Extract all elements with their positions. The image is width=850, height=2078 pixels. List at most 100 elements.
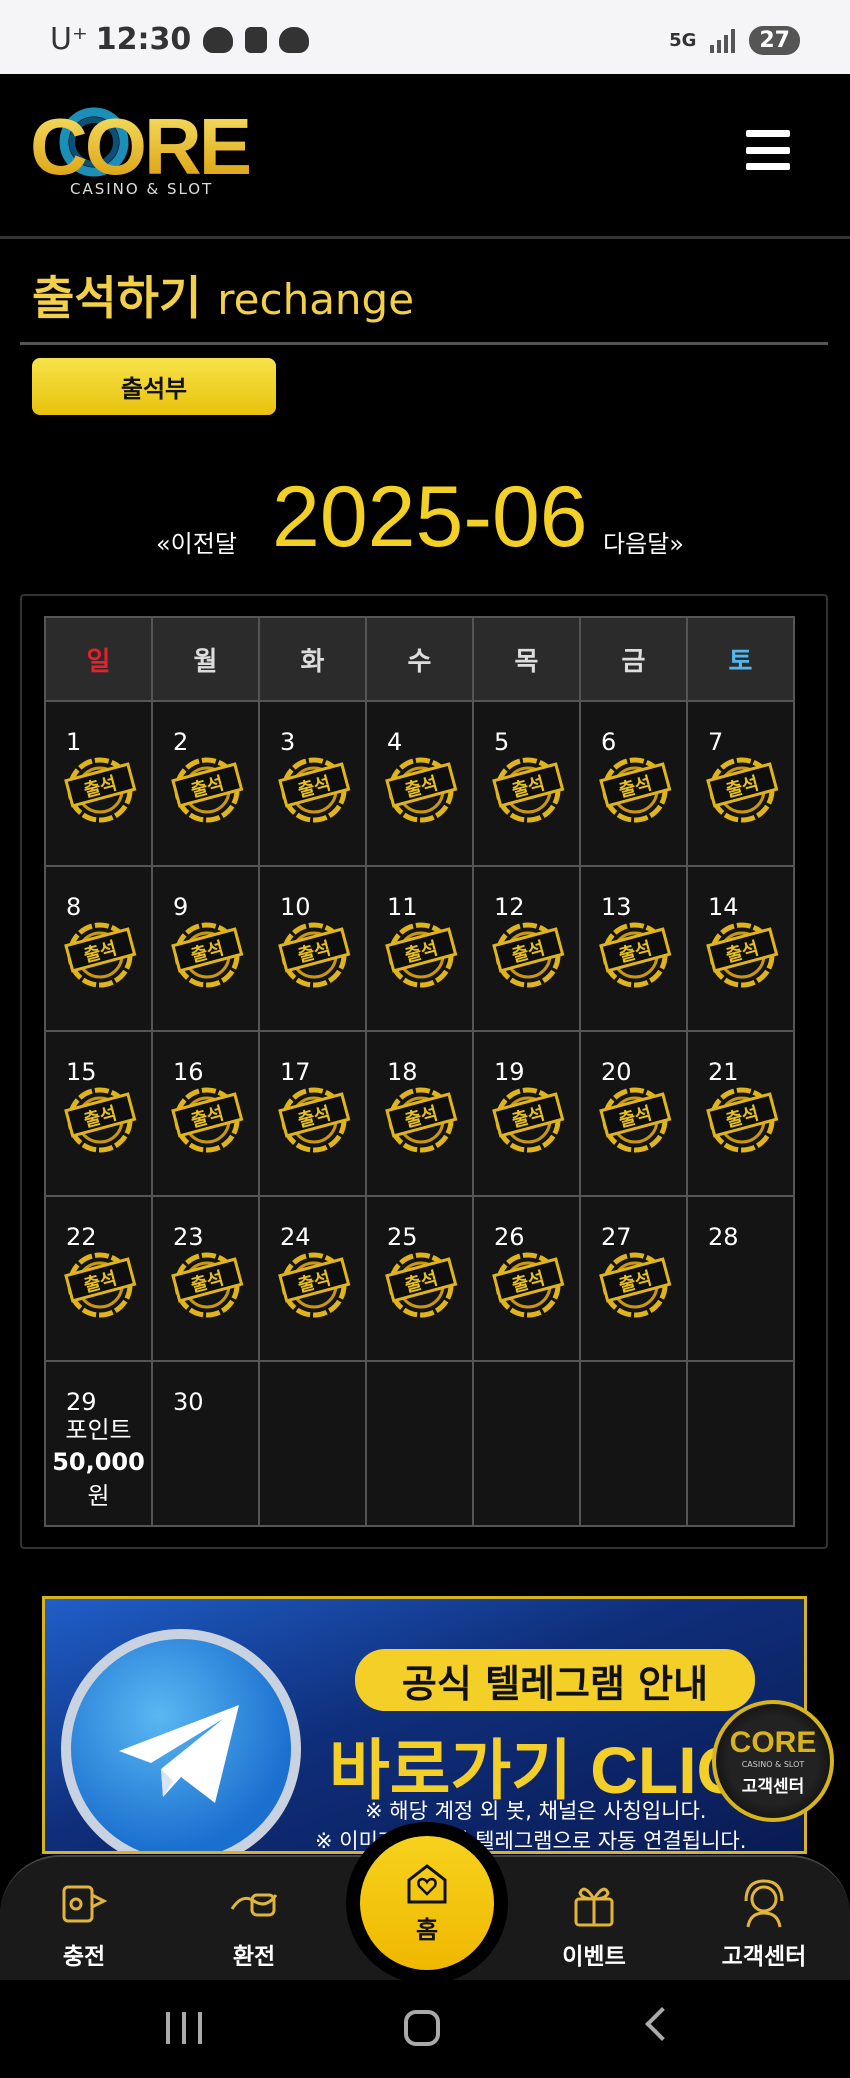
calendar-day-cell[interactable]: 12 출석: [472, 865, 581, 1032]
next-month-link[interactable]: 다음달»: [603, 524, 684, 559]
battery-indicator: 27: [749, 26, 800, 55]
calendar-day-cell: [686, 1360, 795, 1527]
app-notification-icon: [245, 26, 268, 53]
calendar-day-cell[interactable]: 8 출석: [44, 865, 153, 1032]
signal-icon: [710, 28, 736, 53]
calendar-day-cell[interactable]: 14 출석: [686, 865, 795, 1032]
calendar-day-cell: [472, 1360, 581, 1527]
calendar-week-row: 22 출석 23 출석 24 출석 25 출석 26 출석 27 출석 28: [44, 1195, 795, 1362]
deposit-icon: [62, 1885, 108, 1923]
calendar-day-cell[interactable]: 5 출석: [472, 700, 581, 867]
nav-event[interactable]: 이벤트: [534, 1879, 654, 1971]
nav-withdraw[interactable]: 환전: [194, 1879, 314, 1971]
calendar-day-cell[interactable]: 21 출석: [686, 1030, 795, 1197]
day-number: 30: [173, 1388, 204, 1416]
calendar-day-cell[interactable]: 16 출석: [151, 1030, 260, 1197]
attendance-stamp-icon: 출석: [385, 922, 458, 988]
weekday-thu: 목: [472, 616, 581, 702]
status-bar: U⁺ 12:30 5G 27: [0, 0, 850, 74]
core-logo[interactable]: CORE CASINO & SLOT: [30, 102, 280, 199]
calendar-day-cell[interactable]: 22 출석: [44, 1195, 153, 1362]
telegram-banner[interactable]: 공식 텔레그램 안내 바로가기 CLICK ※ 해당 계정 외 봇, 채널은 사…: [42, 1596, 807, 1854]
carrier-label: U⁺: [50, 22, 88, 57]
calendar-day-cell[interactable]: 25 출석: [365, 1195, 474, 1362]
calendar-day-cell[interactable]: 7 출석: [686, 700, 795, 867]
calendar-day-cell[interactable]: 9 출석: [151, 865, 260, 1032]
calendar-day-cell[interactable]: 2 출석: [151, 700, 260, 867]
system-home-icon[interactable]: [404, 2010, 440, 2046]
withdraw-icon: [230, 1893, 278, 1917]
float-logo-sub: CASINO & SLOT: [741, 1759, 805, 1769]
core-logo-graphic: CORE CASINO & SLOT: [30, 102, 253, 198]
calendar-day-cell: [365, 1360, 474, 1527]
attendance-stamp-icon: 출석: [599, 1087, 672, 1153]
calendar-day-cell[interactable]: 11 출석: [365, 865, 474, 1032]
calendar-day-cell[interactable]: 27 출석: [579, 1195, 688, 1362]
page-title-sub: rechange: [217, 275, 415, 324]
banner-pill-text: 공식 텔레그램 안내: [355, 1649, 755, 1711]
title-divider: [20, 342, 828, 345]
attendance-stamp-icon: 출석: [278, 922, 351, 988]
attendance-stamp-icon: 출석: [599, 1252, 672, 1318]
calendar-day-cell: [579, 1360, 688, 1527]
recent-apps-icon[interactable]: [166, 2012, 202, 2044]
attendance-stamp-icon: 출석: [492, 1087, 565, 1153]
points-amount: 50,000: [52, 1448, 145, 1476]
calendar-day-cell[interactable]: 4 출석: [365, 700, 474, 867]
month-navigation: «이전달 2025-06 다음달»: [0, 468, 850, 568]
weekday-fri: 금: [579, 616, 688, 702]
calendar-day-cell[interactable]: 18 출석: [365, 1030, 474, 1197]
prev-month-link[interactable]: «이전달: [156, 524, 237, 559]
calendar-day-cell[interactable]: 10 출석: [258, 865, 367, 1032]
calendar-day-cell[interactable]: 3 출석: [258, 700, 367, 867]
home-heart-icon: [407, 1863, 447, 1903]
calendar-day-cell[interactable]: 23 출석: [151, 1195, 260, 1362]
calendar-day-cell[interactable]: 26 출석: [472, 1195, 581, 1362]
weekday-mon: 월: [151, 616, 260, 702]
banner-note-1: ※ 해당 계정 외 봇, 채널은 사칭입니다.: [365, 1799, 707, 1823]
nav-deposit[interactable]: 충전: [24, 1879, 144, 1971]
nav-home[interactable]: 홈: [346, 1822, 508, 1984]
calendar-day-cell[interactable]: 15 출석: [44, 1030, 153, 1197]
calendar-day-cell[interactable]: 19 출석: [472, 1030, 581, 1197]
chat-notification-icon: [203, 26, 234, 53]
float-logo-text: CORE: [729, 1725, 817, 1759]
attendance-stamp-icon: 출석: [706, 1087, 779, 1153]
logo-text: CORE: [30, 104, 250, 191]
calendar-week-row: 8 출석 9 출석 10 출석 11 출석 12 출석 13 출석 14 출석: [44, 865, 795, 1032]
attendance-stamp-icon: 출석: [278, 1252, 351, 1318]
attendance-stamp-icon: 출석: [706, 757, 779, 823]
calendar-day-cell[interactable]: 29 포인트 50,000 원: [44, 1360, 153, 1527]
calendar-day-cell[interactable]: 30: [151, 1360, 260, 1527]
attendance-stamp-icon: 출석: [492, 922, 565, 988]
system-navigation-bar: [0, 1980, 850, 2078]
calendar-day-cell[interactable]: 17 출석: [258, 1030, 367, 1197]
customer-center-float-button[interactable]: CORE CASINO & SLOT 고객센터: [712, 1700, 834, 1822]
attendance-stamp-icon: 출석: [171, 1087, 244, 1153]
calendar-day-cell[interactable]: 13 출석: [579, 865, 688, 1032]
attendance-book-button[interactable]: 출석부: [32, 358, 276, 415]
calendar-day-cell[interactable]: 28: [686, 1195, 795, 1362]
calendar-day-cell[interactable]: 20 출석: [579, 1030, 688, 1197]
back-icon[interactable]: [645, 2007, 679, 2041]
site-header: CORE CASINO & SLOT: [0, 74, 850, 239]
attendance-stamp-icon: 출석: [64, 757, 137, 823]
attendance-stamp-icon: 출석: [599, 757, 672, 823]
attendance-stamp-icon: 출석: [64, 1087, 137, 1153]
weekday-wed: 수: [365, 616, 474, 702]
nav-support[interactable]: 고객센터: [704, 1879, 824, 1971]
attendance-stamp-icon: 출석: [385, 1087, 458, 1153]
clock: 12:30: [95, 22, 192, 57]
attendance-stamp-icon: 출석: [492, 1252, 565, 1318]
home-button-face: 홈: [360, 1836, 494, 1970]
calendar-day-cell[interactable]: 24 출석: [258, 1195, 367, 1362]
attendance-stamp-icon: 출석: [64, 922, 137, 988]
headset-icon: [744, 1879, 784, 1928]
status-right: 5G 27: [669, 26, 800, 55]
weekday-sun: 일: [44, 616, 153, 702]
menu-icon[interactable]: [746, 130, 790, 170]
nav-withdraw-label: 환전: [232, 1944, 276, 1970]
nav-deposit-label: 충전: [62, 1944, 106, 1970]
calendar-day-cell[interactable]: 1 출석: [44, 700, 153, 867]
calendar-day-cell[interactable]: 6 출석: [579, 700, 688, 867]
